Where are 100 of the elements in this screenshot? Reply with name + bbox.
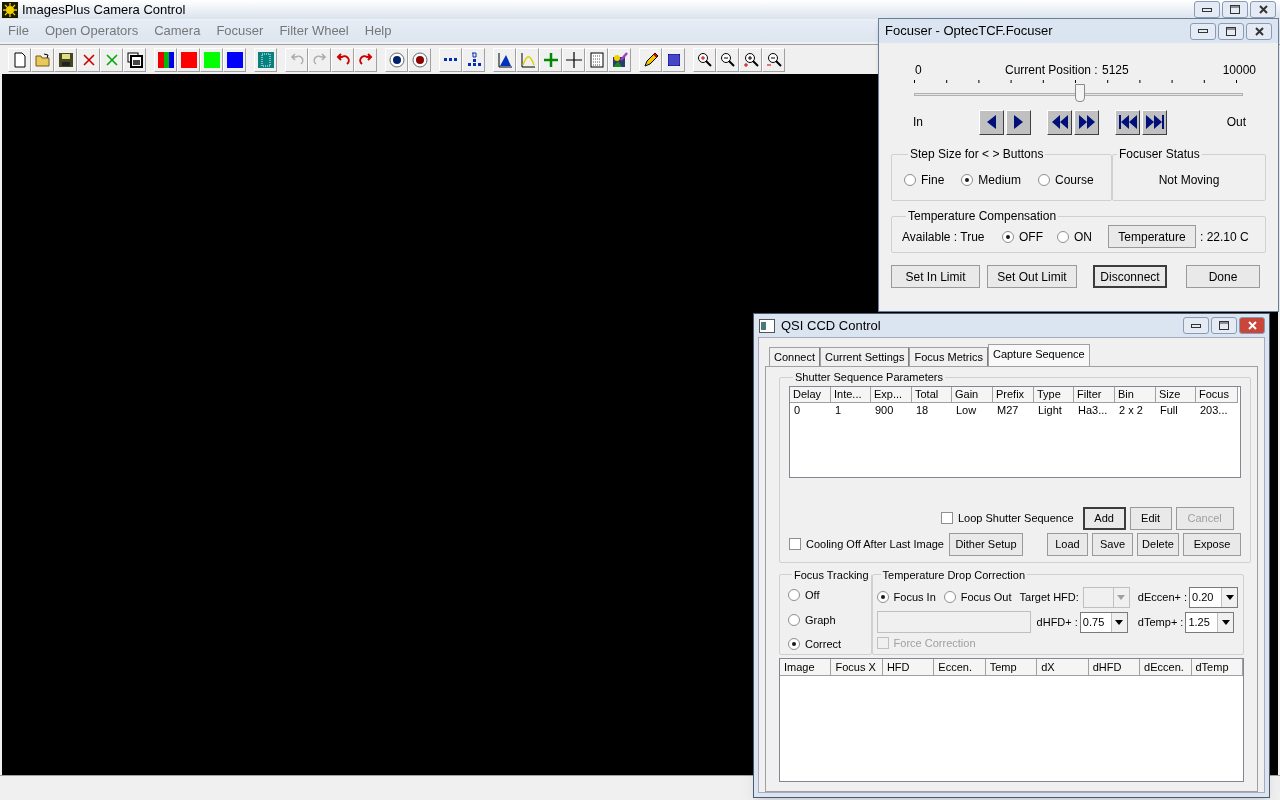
zoom-in-button[interactable] bbox=[739, 47, 762, 72]
tab[interactable]: Connect bbox=[769, 347, 820, 366]
radio-button[interactable] bbox=[1038, 173, 1051, 186]
column-header[interactable]: dEccen. bbox=[1140, 658, 1192, 676]
checkbox[interactable] bbox=[789, 538, 801, 550]
dotted-frame-button[interactable] bbox=[254, 47, 277, 72]
button[interactable]: Edit bbox=[1129, 506, 1172, 530]
maximize-button[interactable] bbox=[1218, 22, 1244, 40]
dropdown[interactable]: 0.20 bbox=[1189, 586, 1239, 608]
text-field[interactable] bbox=[876, 611, 1031, 633]
fast-right-button[interactable] bbox=[1074, 109, 1099, 135]
column-header[interactable]: Focus bbox=[1196, 386, 1238, 403]
menu-item[interactable]: File bbox=[8, 21, 29, 41]
open-folder-button[interactable] bbox=[31, 47, 54, 72]
column-header[interactable]: Filter bbox=[1074, 386, 1115, 403]
dither-setup-button[interactable]: Dither Setup bbox=[949, 532, 1023, 556]
radio-button[interactable] bbox=[788, 589, 800, 602]
redo-button[interactable] bbox=[308, 47, 331, 72]
tab[interactable]: Current Settings bbox=[820, 347, 910, 366]
minimize-button[interactable] bbox=[1190, 22, 1216, 40]
color-bars-button[interactable] bbox=[154, 47, 177, 72]
column-header[interactable]: Size bbox=[1156, 386, 1196, 403]
menu-item[interactable]: Camera bbox=[154, 21, 201, 41]
step-left-button[interactable] bbox=[979, 109, 1004, 135]
temperature-button[interactable]: Temperature bbox=[1108, 225, 1196, 248]
zoom-out-button[interactable] bbox=[716, 47, 739, 72]
button[interactable]: Load bbox=[1047, 532, 1088, 556]
column-header[interactable]: Exp... bbox=[871, 386, 912, 403]
cross-button[interactable] bbox=[77, 47, 100, 72]
minimize-button[interactable] bbox=[1194, 1, 1220, 18]
column-header[interactable]: dTemp bbox=[1191, 658, 1243, 676]
pencil-button[interactable] bbox=[639, 47, 662, 72]
dropdown[interactable]: 0.75 bbox=[1079, 611, 1128, 633]
column-header[interactable]: Delay bbox=[790, 386, 831, 403]
close-button[interactable] bbox=[1246, 22, 1272, 40]
close-button[interactable] bbox=[1250, 1, 1276, 18]
column-header[interactable]: Temp bbox=[985, 658, 1038, 676]
undo-button[interactable] bbox=[285, 47, 308, 72]
plus-button[interactable] bbox=[539, 47, 562, 72]
dropdown[interactable]: 1.25 bbox=[1185, 611, 1235, 633]
radio-button[interactable] bbox=[1057, 230, 1069, 243]
button[interactable]: Set Out Limit bbox=[987, 265, 1077, 288]
menu-item[interactable]: Focuser bbox=[216, 21, 264, 41]
go-last-button[interactable] bbox=[1142, 109, 1167, 135]
menu-item[interactable]: Help bbox=[364, 21, 392, 41]
crosshair-button[interactable] bbox=[562, 47, 585, 72]
button[interactable]: Delete bbox=[1137, 532, 1179, 556]
target-button[interactable] bbox=[385, 47, 408, 72]
button[interactable]: Expose bbox=[1183, 532, 1241, 556]
column-header[interactable]: Focus X bbox=[831, 658, 883, 676]
column-header[interactable]: Gain bbox=[952, 386, 993, 403]
radio-button[interactable] bbox=[943, 591, 956, 603]
maximize-button[interactable] bbox=[1222, 1, 1248, 18]
column-header[interactable]: Image bbox=[780, 658, 832, 676]
image-edit-button[interactable] bbox=[608, 47, 631, 72]
column-header[interactable]: Inte... bbox=[831, 386, 871, 403]
radio-button[interactable] bbox=[788, 638, 800, 651]
go-first-button[interactable] bbox=[1115, 109, 1140, 135]
tab[interactable]: Capture Sequence bbox=[987, 344, 1090, 366]
radio-button[interactable] bbox=[1002, 230, 1014, 243]
column-header[interactable]: dX bbox=[1037, 658, 1089, 676]
target-button[interactable] bbox=[408, 47, 431, 72]
histogram-button[interactable] bbox=[493, 47, 516, 72]
column-header[interactable]: Eccen. bbox=[934, 658, 986, 676]
swatch-button[interactable] bbox=[177, 47, 200, 72]
checkbox[interactable] bbox=[941, 512, 953, 524]
windows-button[interactable] bbox=[123, 47, 146, 72]
radio-button[interactable] bbox=[961, 173, 974, 186]
redo-button[interactable] bbox=[354, 47, 377, 72]
column-header[interactable]: Total bbox=[912, 386, 952, 403]
radio-button[interactable] bbox=[904, 173, 916, 186]
close-button[interactable] bbox=[1239, 317, 1265, 334]
menu-item[interactable]: Filter Wheel bbox=[279, 21, 349, 41]
new-file-button[interactable] bbox=[8, 47, 31, 72]
curve-graph-button[interactable] bbox=[516, 47, 539, 72]
radio-button[interactable] bbox=[876, 591, 889, 603]
button[interactable]: Add bbox=[1082, 506, 1126, 530]
minimize-button[interactable] bbox=[1183, 317, 1209, 334]
button[interactable]: Disconnect bbox=[1093, 265, 1167, 288]
swatch-button[interactable] bbox=[200, 47, 223, 72]
tab[interactable]: Focus Metrics bbox=[909, 347, 988, 366]
radio-button[interactable] bbox=[788, 613, 800, 626]
grid-button[interactable] bbox=[662, 47, 685, 72]
slider-thumb[interactable] bbox=[1075, 84, 1086, 102]
column-header[interactable]: dHFD bbox=[1088, 658, 1141, 676]
swatch-button[interactable] bbox=[223, 47, 246, 72]
column-header[interactable]: Bin bbox=[1115, 386, 1156, 403]
column-header[interactable]: Type bbox=[1034, 386, 1074, 403]
button[interactable]: Done bbox=[1186, 265, 1260, 288]
menu-item[interactable]: Open Operators bbox=[44, 21, 139, 41]
maximize-button[interactable] bbox=[1211, 317, 1237, 334]
zoom-out-button[interactable] bbox=[762, 47, 785, 72]
button[interactable]: Set In Limit bbox=[891, 265, 980, 288]
button[interactable]: Save bbox=[1092, 532, 1133, 556]
column-header[interactable]: Prefix bbox=[993, 386, 1034, 403]
dots-button[interactable] bbox=[439, 47, 462, 72]
undo-button[interactable] bbox=[331, 47, 354, 72]
save-button[interactable] bbox=[54, 47, 77, 72]
spreadsheet-button[interactable] bbox=[585, 47, 608, 72]
step-right-button[interactable] bbox=[1006, 109, 1031, 135]
